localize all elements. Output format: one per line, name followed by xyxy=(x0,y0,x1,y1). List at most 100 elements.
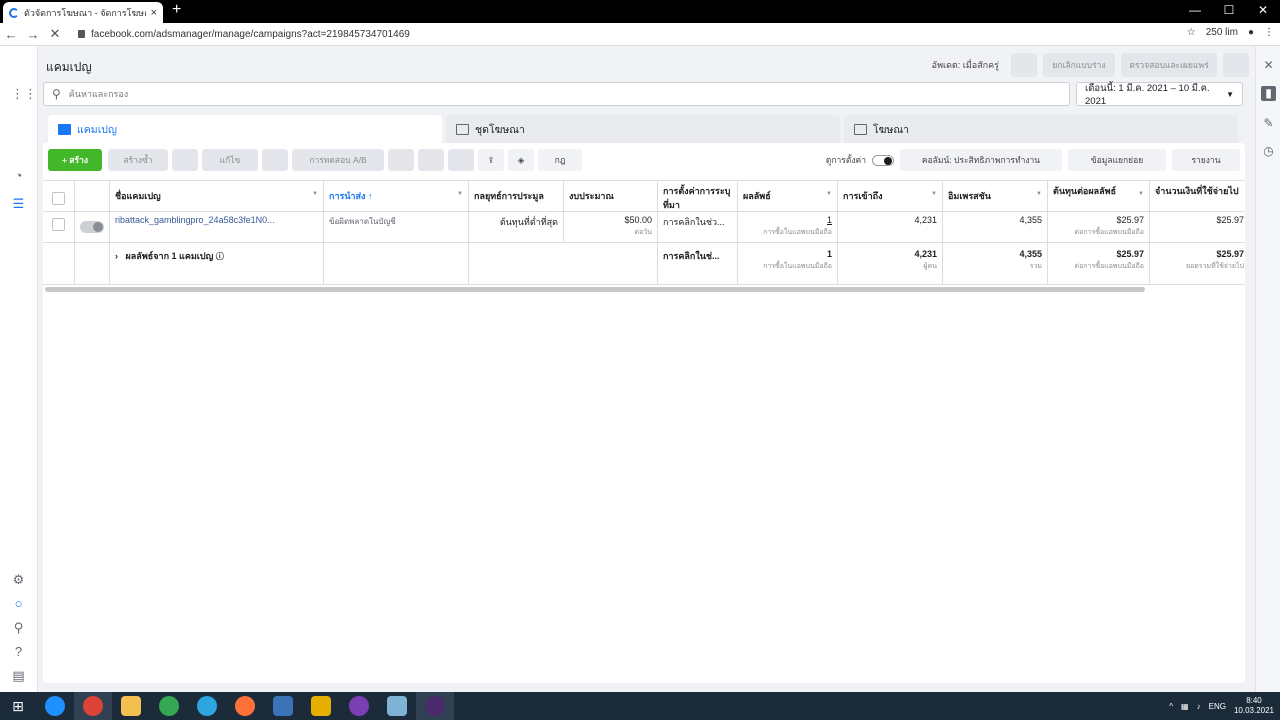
discard-drafts-button[interactable]: ยกเลิกแบบร่าง xyxy=(1043,53,1115,77)
minimize-button[interactable]: — xyxy=(1178,0,1212,23)
firefox-app-icon[interactable] xyxy=(226,692,264,720)
export-icon[interactable]: ⇪ xyxy=(478,149,504,171)
tab-label: ชุดโฆษณา xyxy=(475,123,525,136)
tab-title: ตัวจัดการโฆษณา - จัดการโฆษณา - แค xyxy=(24,7,146,18)
tab-close-icon[interactable]: × xyxy=(151,7,157,19)
ie-app-icon[interactable] xyxy=(36,692,74,720)
col-header-bid-strategy[interactable]: กลยุทธ์การประมูล xyxy=(469,181,564,211)
dollar-app-icon[interactable] xyxy=(302,692,340,720)
chart-icon[interactable]: ▮ xyxy=(1261,86,1276,101)
sort-caret-icon: ▼ xyxy=(312,191,318,197)
extension-label[interactable]: 250 lim xyxy=(1206,27,1238,38)
summary-spent: $25.97 xyxy=(1216,249,1244,259)
close-panel-icon[interactable]: ✕ xyxy=(1261,58,1276,73)
back-icon[interactable]: ← xyxy=(0,27,22,42)
summary-label-cell[interactable]: › ผลลัพธ์จาก 1 แคมเปญ ⓘ xyxy=(110,243,324,284)
review-publish-button[interactable]: ตรวจสอบและเผยแพร่ xyxy=(1121,53,1217,77)
menu-icon[interactable]: ⋮ xyxy=(1264,27,1274,38)
breakdown-button[interactable]: ข้อมูลแยกย่อย xyxy=(1068,149,1166,171)
campaign-name-link[interactable]: ribattack_gamblingpro_24a58c3fe1N0... xyxy=(115,215,275,225)
settings-icon[interactable]: ⚙ xyxy=(11,572,26,587)
impressions-value: 4,355 xyxy=(1019,215,1042,225)
create-button[interactable]: + สร้าง xyxy=(48,149,102,171)
history-icon[interactable]: ◷ xyxy=(1261,144,1276,159)
clock-time: 8:40 xyxy=(1246,696,1262,705)
summary-attribution: การคลิกในช่... xyxy=(663,251,720,261)
header-label: การเข้าถึง xyxy=(843,191,883,201)
edit-dropdown-button[interactable] xyxy=(262,149,288,171)
bookmark-star-icon[interactable]: ☆ xyxy=(1187,27,1196,38)
network-icon[interactable]: ▦ xyxy=(1181,702,1189,711)
row-checkbox[interactable] xyxy=(52,218,65,231)
telegram-app-icon[interactable] xyxy=(188,692,226,720)
undo-button[interactable] xyxy=(1011,53,1037,77)
view-setup-toggle[interactable] xyxy=(872,154,894,166)
header-label: ชื่อแคมเปญ xyxy=(115,191,161,201)
maximize-button[interactable]: ☐ xyxy=(1212,0,1246,23)
columns-button[interactable]: คอลัมน์: ประสิทธิภาพการทำงาน xyxy=(900,149,1062,171)
clock[interactable]: 8:40 10.03.2021 xyxy=(1234,696,1274,716)
col-header-results[interactable]: ผลลัพธ์ ▼ xyxy=(738,181,838,211)
browser-tab[interactable]: ตัวจัดการโฆษณา - จัดการโฆษณา - แค × xyxy=(3,2,163,23)
summary-attribution-cell: การคลิกในช่... xyxy=(658,243,738,284)
col-header-cost-per-result[interactable]: ต้นทุนต่อผลลัพธ์ ▼ xyxy=(1048,181,1150,211)
new-tab-button[interactable]: + xyxy=(172,1,181,19)
more-button[interactable] xyxy=(1223,53,1249,77)
campaign-toggle[interactable] xyxy=(80,221,104,233)
folder-app-icon[interactable] xyxy=(112,692,150,720)
col-header-impressions[interactable]: อิมเพรสชัน ▼ xyxy=(943,181,1048,211)
col-header-amount-spent[interactable]: จำนวนเงินที่ใช้จ่ายไป xyxy=(1150,181,1245,211)
campaign-table: ชื่อแคมเปญ ▼ การนำส่ง ↑ ▼ กลยุทธ์การประมูล… xyxy=(43,180,1245,285)
tab-ads[interactable]: โฆษณา xyxy=(844,115,1238,143)
stop-icon[interactable]: ✕ xyxy=(44,26,66,42)
search-input[interactable] xyxy=(68,89,469,99)
tag-icon[interactable]: ◈ xyxy=(508,149,534,171)
col-header-reach[interactable]: การเข้าถึง ▼ xyxy=(838,181,943,211)
col-header-name[interactable]: ชื่อแคมเปญ ▼ xyxy=(110,181,324,211)
search-nav-icon[interactable]: ⚲ xyxy=(11,620,26,635)
reports-button[interactable]: รายงาน xyxy=(1172,149,1240,171)
col-header-budget[interactable]: งบประมาณ xyxy=(564,181,658,211)
window-close-button[interactable]: ✕ xyxy=(1246,0,1280,23)
forward-icon[interactable]: → xyxy=(22,27,44,42)
delete-button[interactable] xyxy=(388,149,414,171)
info-icon[interactable]: ⓘ xyxy=(216,252,224,261)
chrome-app-icon-2[interactable] xyxy=(150,692,188,720)
windows-start-icon[interactable]: ⊞ xyxy=(0,698,36,715)
profile-icon[interactable]: ● xyxy=(1248,27,1254,38)
dark-app-icon[interactable] xyxy=(416,692,454,720)
url-field[interactable]: facebook.com/adsmanager/manage/campaigns… xyxy=(78,29,410,40)
select-all-checkbox[interactable] xyxy=(52,192,65,205)
help-icon[interactable]: ? xyxy=(11,644,26,659)
col-header-attribution[interactable]: การตั้งค่าการระบุที่มา xyxy=(658,181,738,211)
tab-campaigns[interactable]: แคมเปญ xyxy=(48,115,442,143)
campaign-panel: + สร้าง สร้างซ้ำ แก้ไข การทดสอบ A/B ⇪ ◈ … xyxy=(43,143,1245,683)
ab-test-button[interactable]: การทดสอบ A/B xyxy=(292,149,384,171)
undo-toolbar-button[interactable] xyxy=(418,149,444,171)
date-range-picker[interactable]: เดือนนี้: 1 มี.ค. 2021 – 10 มี.ค. 2021 ▼ xyxy=(1076,82,1243,107)
volume-icon[interactable]: ♪ xyxy=(1197,702,1201,711)
language-indicator[interactable]: ENG xyxy=(1209,702,1226,711)
col-header-delivery[interactable]: การนำส่ง ↑ ▼ xyxy=(324,181,469,211)
search-filter-bar[interactable]: ⚲ xyxy=(43,82,1070,106)
ads-manager-icon[interactable]: ☰ xyxy=(11,196,26,211)
virtualbox-app-icon[interactable] xyxy=(264,692,302,720)
panel-icon[interactable]: ▤ xyxy=(11,668,26,683)
horizontal-scrollbar[interactable] xyxy=(45,287,1145,292)
chrome-app-icon[interactable] xyxy=(74,692,112,720)
pencil-icon[interactable]: ✎ xyxy=(1261,116,1276,131)
duplicate-dropdown-button[interactable] xyxy=(172,149,198,171)
tab-ad-sets[interactable]: ชุดโฆษณา xyxy=(446,115,840,143)
dashboard-icon[interactable]: ◔ xyxy=(11,168,26,183)
campaign-name-cell: ribattack_gamblingpro_24a58c3fe1N0... xyxy=(110,212,324,242)
table-row[interactable]: ribattack_gamblingpro_24a58c3fe1N0... ข้… xyxy=(43,212,1245,243)
duplicate-button[interactable]: สร้างซ้ำ xyxy=(108,149,168,171)
tray-up-icon[interactable]: ^ xyxy=(1169,702,1173,711)
notes-app-icon[interactable] xyxy=(378,692,416,720)
purple-app-icon[interactable] xyxy=(340,692,378,720)
expand-chevron-icon[interactable]: › xyxy=(115,251,118,261)
rules-button[interactable]: กฎ xyxy=(538,149,582,171)
apps-grid-icon[interactable]: ⋮⋮ xyxy=(11,86,37,101)
edit-button[interactable]: แก้ไข xyxy=(202,149,258,171)
redo-toolbar-button[interactable] xyxy=(448,149,474,171)
